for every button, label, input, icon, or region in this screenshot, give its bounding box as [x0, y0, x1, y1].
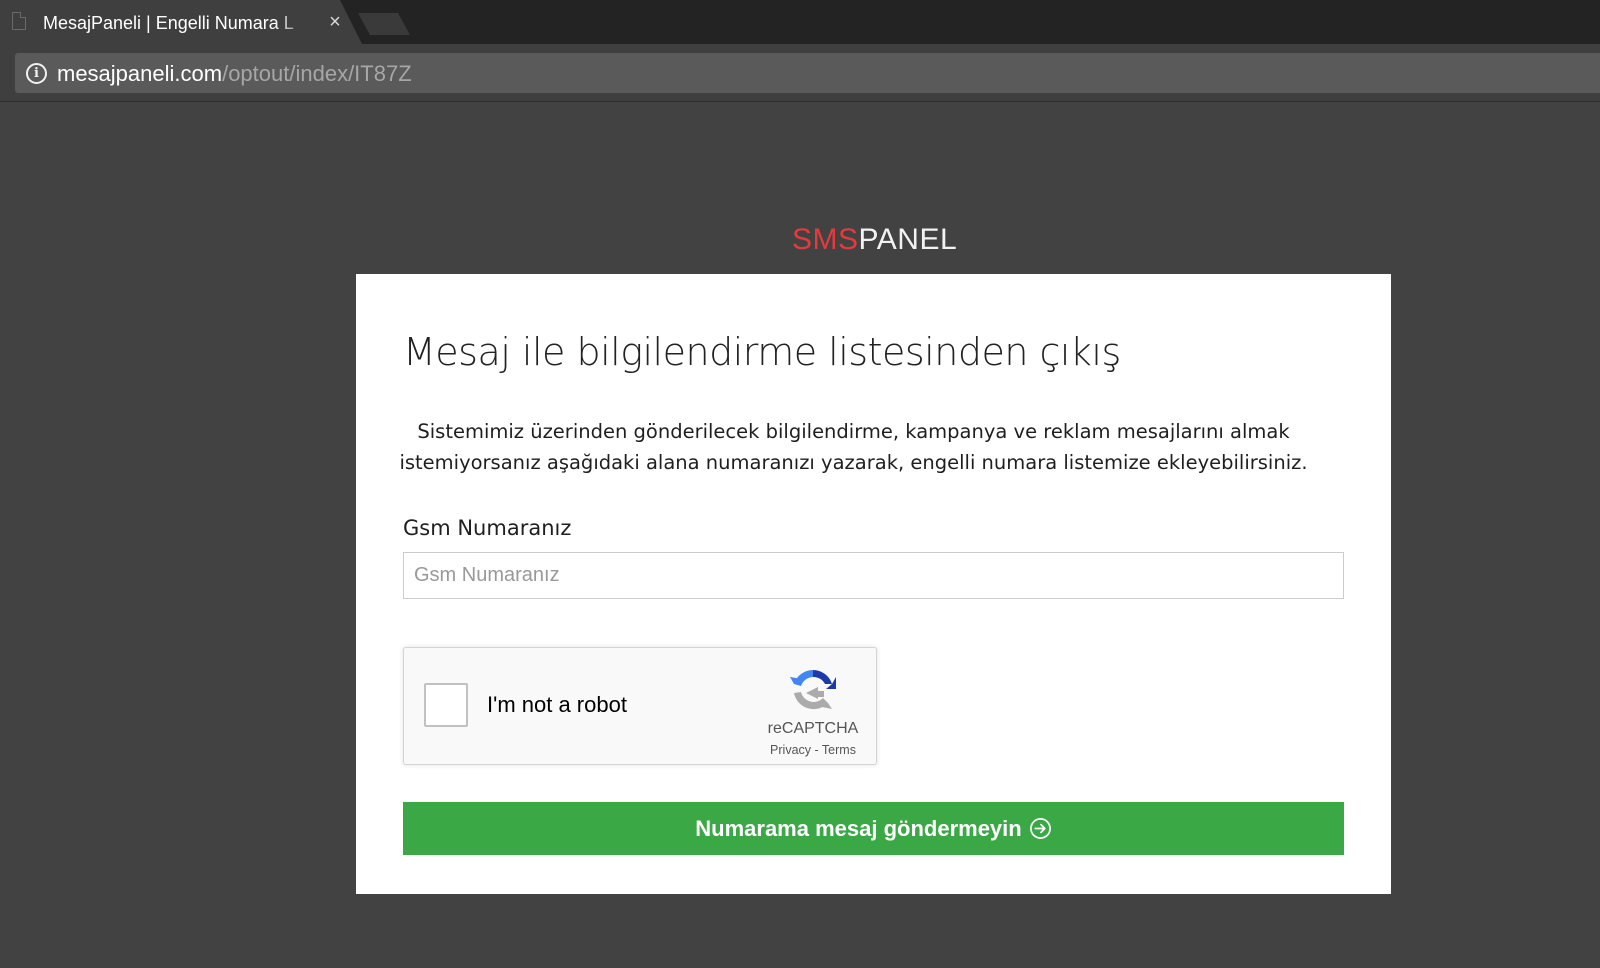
description-text: Sistemimiz üzerinden gönderilecek bilgil…	[399, 420, 1308, 474]
new-tab-button[interactable]	[358, 13, 410, 35]
smspanel-logo: SMSPANEL	[792, 222, 957, 258]
browser-toolbar: i mesajpaneli.com/optout/index/IT87Z	[0, 44, 1600, 102]
tab-close-icon[interactable]: ×	[324, 10, 346, 34]
arrow-right-circle-icon	[1029, 818, 1051, 839]
terms-link[interactable]: Terms	[822, 743, 856, 757]
page-icon	[12, 12, 26, 30]
url-host: mesajpaneli.com	[57, 61, 223, 86]
recaptcha-widget: I'm not a robot reCAPTCHA Privacy - Term…	[403, 647, 877, 765]
url-path: /optout/index/IT87Z	[222, 61, 412, 86]
browser-tab-active[interactable]: MesajPaneli | Engelli Numara L ×	[0, 0, 362, 44]
submit-button[interactable]: Numarama mesaj göndermeyin	[403, 802, 1344, 855]
optout-card: Mesaj ile bilgilendirme listesinden çıkı…	[356, 274, 1391, 894]
tab-title: MesajPaneli | Engelli Numara L	[43, 13, 294, 33]
url-text[interactable]: mesajpaneli.com/optout/index/IT87Z	[57, 61, 412, 87]
recaptcha-links: Privacy - Terms	[748, 742, 878, 758]
info-icon[interactable]: i	[26, 63, 47, 84]
recaptcha-logo-icon	[790, 670, 836, 710]
logo-panel: PANEL	[858, 223, 958, 256]
page-title: Mesaj ile bilgilendirme listesinden çıkı…	[403, 330, 1121, 374]
logo-sms: SMS	[792, 223, 859, 256]
recaptcha-label: I'm not a robot	[487, 692, 627, 717]
privacy-link[interactable]: Privacy	[770, 743, 811, 757]
recaptcha-checkbox[interactable]	[424, 683, 468, 727]
gsm-number-input[interactable]	[403, 552, 1344, 599]
submit-label: Numarama mesaj göndermeyin	[695, 816, 1022, 841]
address-bar[interactable]: i mesajpaneli.com/optout/index/IT87Z	[15, 53, 1600, 93]
links-separator: -	[811, 743, 822, 757]
recaptcha-brand: reCAPTCHA	[767, 720, 859, 737]
browser-tab-bar: MesajPaneli | Engelli Numara L ×	[0, 0, 1600, 44]
gsm-label: Gsm Numaranız	[403, 516, 572, 540]
